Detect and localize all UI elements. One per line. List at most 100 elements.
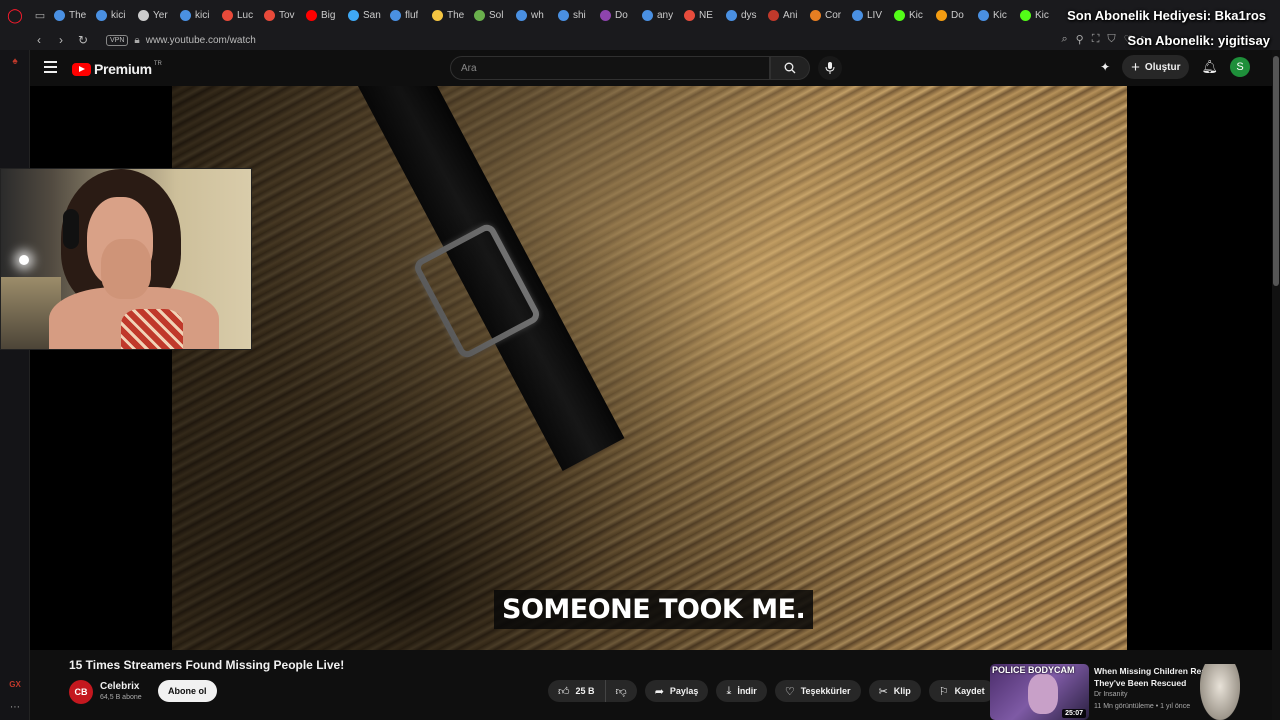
recommended-thumbnail[interactable]: POLICE BODYCAM 25:07 bbox=[990, 664, 1089, 720]
tab-label: The bbox=[69, 9, 87, 21]
tab-label: Tov bbox=[279, 9, 295, 21]
search-button[interactable] bbox=[770, 56, 810, 80]
zoom-icon[interactable]: ⌕ bbox=[1061, 33, 1067, 46]
browser-tab[interactable]: Yer bbox=[134, 4, 176, 26]
browser-tab[interactable]: The bbox=[428, 4, 470, 26]
dislike-button[interactable]: 👎︎ bbox=[605, 680, 637, 702]
youtube-play-icon bbox=[72, 62, 91, 76]
tab-label: Ani bbox=[783, 9, 798, 21]
gift-icon[interactable]: ✦ bbox=[1100, 60, 1110, 74]
browser-tab[interactable]: Kic bbox=[1016, 4, 1058, 26]
share-button[interactable]: ➦ Paylaş bbox=[644, 680, 709, 702]
browser-tab[interactable]: Sol bbox=[470, 4, 512, 26]
thumbs-down-icon: 👎︎ bbox=[615, 685, 627, 698]
back-button[interactable]: ‹ bbox=[30, 33, 48, 47]
tab-label: fluf bbox=[405, 9, 419, 21]
browser-tab[interactable]: Ani bbox=[764, 4, 806, 26]
browser-tab[interactable]: The bbox=[50, 4, 92, 26]
snapshot-icon[interactable]: ⛶ bbox=[1092, 33, 1100, 46]
voice-search-button[interactable] bbox=[818, 56, 842, 80]
page-scrollbar[interactable] bbox=[1272, 50, 1280, 720]
channel-avatar[interactable]: CB bbox=[69, 680, 93, 704]
video-info: 15 Times Streamers Found Missing People … bbox=[30, 650, 1272, 720]
browser-tab[interactable]: any bbox=[638, 4, 680, 26]
save-label: Kaydet bbox=[954, 686, 985, 696]
channel-name[interactable]: Celebrix bbox=[100, 681, 139, 692]
stream-overlay-last-sub: Son Abonelik: yigitisay bbox=[1127, 33, 1270, 48]
premium-label: Premium bbox=[94, 61, 152, 77]
notifications-bell-icon[interactable]: 🔔︎ bbox=[1201, 59, 1218, 75]
browser-tab[interactable]: San bbox=[344, 4, 386, 26]
browser-tab[interactable]: Do bbox=[596, 4, 638, 26]
browser-tab[interactable]: Tov bbox=[260, 4, 302, 26]
tab-label: shi bbox=[573, 9, 586, 21]
tab-favicon-icon bbox=[768, 9, 779, 21]
lamp-light bbox=[19, 255, 29, 265]
browser-tab[interactable]: shi bbox=[554, 4, 596, 26]
browser-tab[interactable]: wh bbox=[512, 4, 554, 26]
browser-tab[interactable]: Kic bbox=[974, 4, 1016, 26]
tab-favicon-icon bbox=[726, 9, 737, 21]
browser-tab[interactable]: kici bbox=[92, 4, 134, 26]
browser-tab[interactable]: NE bbox=[680, 4, 722, 26]
browser-tab[interactable]: LIV bbox=[848, 4, 890, 26]
tab-label: any bbox=[657, 9, 674, 21]
bookmark-icon: ⚐ bbox=[938, 685, 949, 698]
clip-label: Klip bbox=[893, 686, 911, 696]
forward-button[interactable]: › bbox=[52, 33, 70, 47]
download-button[interactable]: ⤓ İndir bbox=[716, 680, 767, 702]
aria-icon[interactable]: ♠ bbox=[8, 56, 22, 67]
header-actions: ✦ + Oluştur 🔔︎ S bbox=[1100, 55, 1250, 79]
like-count: 25 B bbox=[575, 686, 595, 696]
account-avatar[interactable]: S bbox=[1230, 57, 1250, 77]
tab-favicon-icon bbox=[474, 9, 485, 21]
url-field[interactable]: www.youtube.com/watch bbox=[146, 35, 256, 46]
tab-favicon-icon bbox=[1020, 9, 1031, 21]
reload-button[interactable]: ↻ bbox=[74, 33, 92, 47]
download-label: İndir bbox=[737, 686, 757, 696]
more-icon[interactable]: ⋯ bbox=[8, 702, 22, 713]
video-subtitle: SOMEONE TOOK ME. bbox=[494, 590, 814, 629]
scrollbar-thumb[interactable] bbox=[1273, 56, 1279, 286]
pin-icon[interactable]: ⚲ bbox=[1076, 33, 1084, 46]
subscribe-button[interactable]: Abone ol bbox=[158, 680, 217, 702]
browser-tab[interactable]: Big bbox=[302, 4, 344, 26]
clip-button[interactable]: ✂ Klip bbox=[868, 680, 921, 702]
save-button[interactable]: ⚐ Kaydet bbox=[928, 680, 995, 702]
youtube-header: Premium TR ✦ + Oluştur 🔔︎ S bbox=[30, 50, 1272, 86]
search-input[interactable] bbox=[451, 57, 769, 79]
vpn-badge[interactable]: VPN bbox=[106, 34, 129, 46]
youtube-logo[interactable]: Premium TR bbox=[72, 61, 162, 77]
download-icon: ⤓ bbox=[726, 684, 732, 697]
video-frame[interactable] bbox=[172, 86, 1127, 650]
browser-tab[interactable]: fluf bbox=[386, 4, 428, 26]
tab-favicon-icon bbox=[222, 9, 233, 21]
menu-icon[interactable] bbox=[44, 61, 57, 76]
share-label: Paylaş bbox=[669, 686, 699, 696]
recommended-channel[interactable]: Dr Insanity bbox=[1094, 691, 1127, 698]
tab-label: NE bbox=[699, 9, 713, 21]
plus-icon: + bbox=[1131, 58, 1140, 76]
thanks-button[interactable]: ♡ Teşekkürler bbox=[774, 680, 861, 702]
gx-label[interactable]: GX bbox=[8, 680, 22, 689]
tab-label: Sol bbox=[489, 9, 504, 21]
opera-logo-icon[interactable]: ◯ bbox=[0, 0, 30, 30]
tab-favicon-icon bbox=[642, 9, 653, 21]
thumbnail-text: POLICE BODYCAM bbox=[992, 665, 1075, 675]
video-title: 15 Times Streamers Found Missing People … bbox=[69, 658, 345, 672]
create-button[interactable]: + Oluştur bbox=[1122, 55, 1190, 79]
stream-overlay-last-gift: Son Abonelik Hediyesi: Bka1ros bbox=[1067, 8, 1266, 23]
browser-tab[interactable]: Cor bbox=[806, 4, 848, 26]
browser-tab[interactable]: dys bbox=[722, 4, 764, 26]
browser-tab[interactable]: Kic bbox=[890, 4, 932, 26]
like-button[interactable]: 👍︎ 25 B bbox=[548, 680, 606, 702]
browser-tab[interactable]: Do bbox=[932, 4, 974, 26]
scissors-icon: ✂ bbox=[878, 685, 888, 698]
browser-tab[interactable]: kici bbox=[176, 4, 218, 26]
tab-label: Cor bbox=[825, 9, 842, 21]
browser-tab[interactable]: Luc bbox=[218, 4, 260, 26]
lock-icon[interactable]: 🔒︎ bbox=[134, 35, 139, 46]
shield-icon[interactable]: ⛉ bbox=[1107, 33, 1115, 46]
tab-islands-icon[interactable]: ▭ bbox=[30, 0, 50, 30]
tab-favicon-icon bbox=[390, 9, 401, 21]
